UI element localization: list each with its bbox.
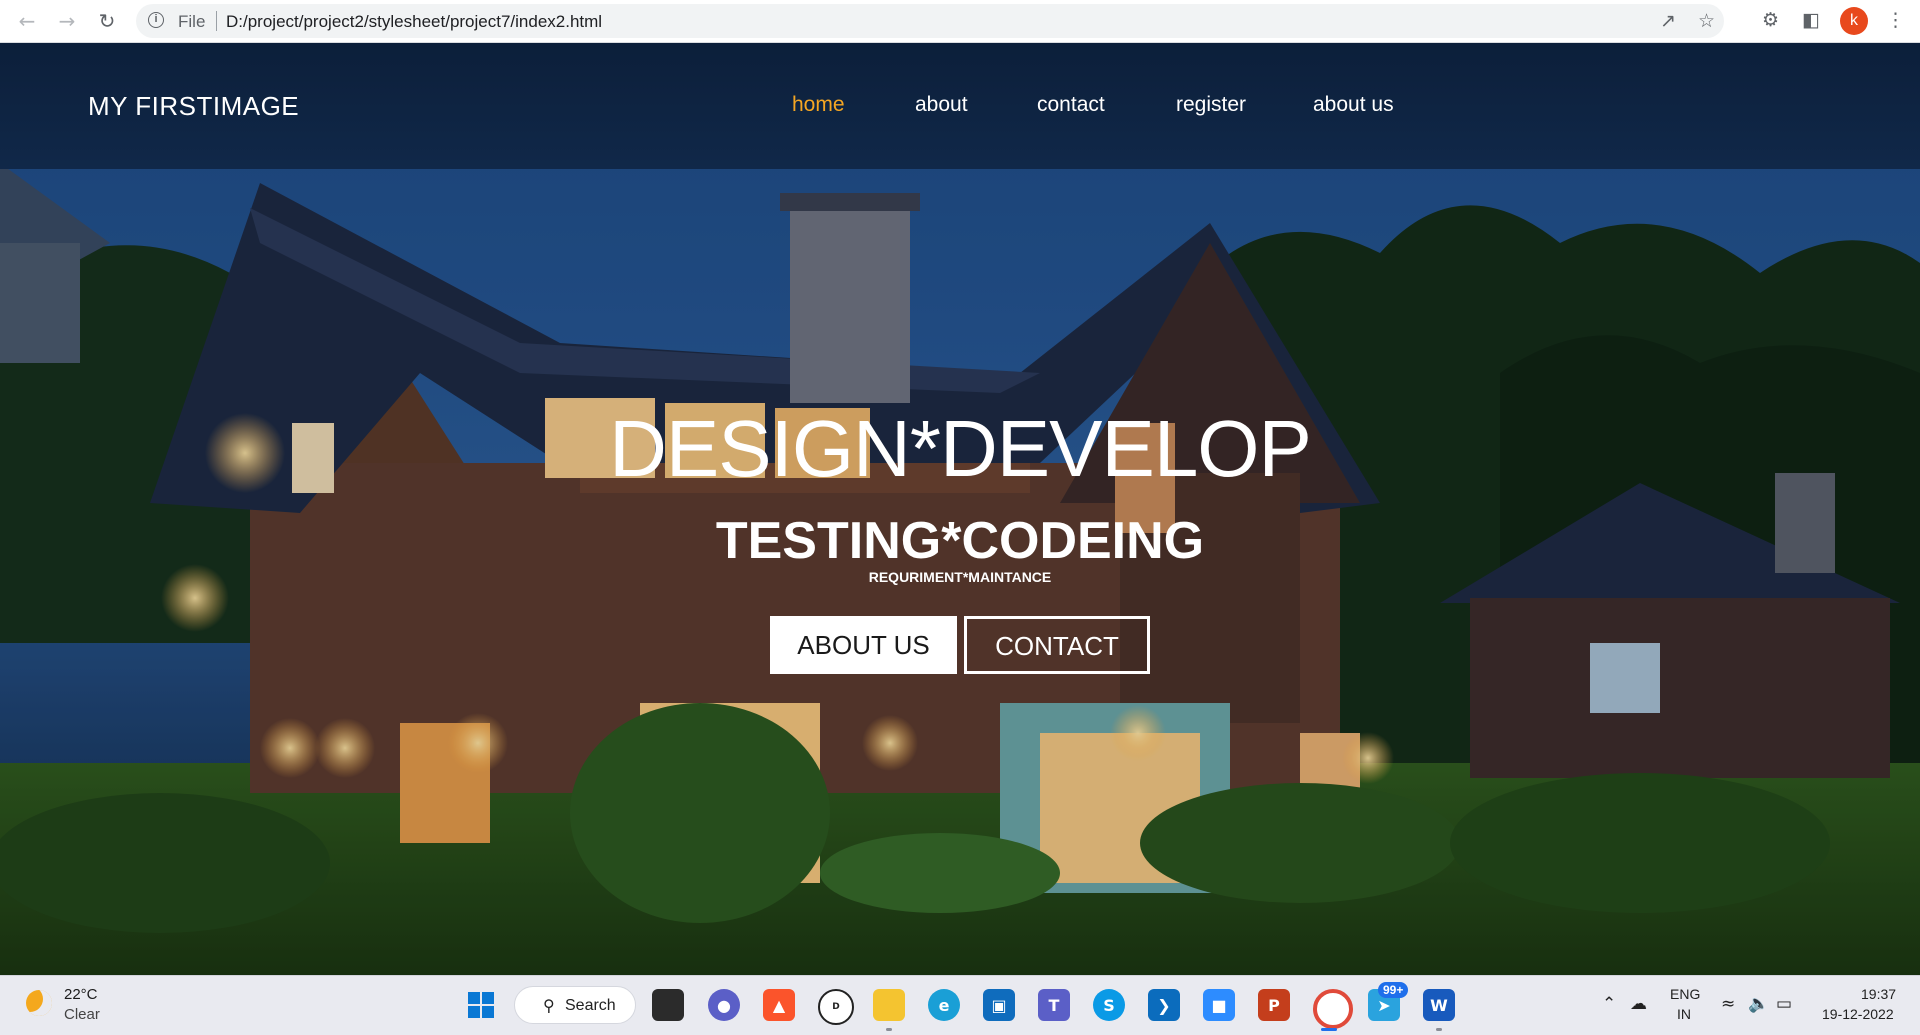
microsoft-store-icon[interactable]: ▣ xyxy=(983,989,1015,1021)
brave-browser-icon[interactable]: ▲ xyxy=(763,989,795,1021)
word-open-indicator xyxy=(1436,1028,1442,1031)
chrome-active-indicator xyxy=(1321,1028,1337,1031)
onedrive-cloud-icon[interactable]: ☁ xyxy=(1630,994,1647,1014)
file-explorer-open-indicator xyxy=(886,1028,892,1031)
task-view-icon[interactable] xyxy=(652,989,684,1021)
hero-title: DESIGN*DEVELOP xyxy=(609,404,1312,493)
vscode-icon[interactable]: ❯ xyxy=(1148,989,1180,1021)
chat-icon[interactable]: ● xyxy=(708,989,740,1021)
clock-date[interactable]: 19-12-2022 xyxy=(1822,1006,1894,1022)
weather-temperature: 22°C xyxy=(64,986,98,1003)
word-icon[interactable]: W xyxy=(1423,989,1455,1021)
zoom-icon[interactable]: ■ xyxy=(1203,989,1235,1021)
hero-subtitle: TESTING*CODEING xyxy=(715,512,1205,570)
hero-tagline: REQURIMENT*MAINTANCE xyxy=(868,569,1052,585)
search-label: Search xyxy=(565,997,616,1014)
clock-time[interactable]: 19:37 xyxy=(1861,986,1896,1002)
reload-icon[interactable]: ↻ xyxy=(94,8,120,34)
hero-house-image xyxy=(0,43,1920,975)
file-explorer-icon[interactable] xyxy=(873,989,905,1021)
powerpoint-icon[interactable]: P xyxy=(1258,989,1290,1021)
moon-weather-icon xyxy=(26,990,52,1016)
weather-condition: Clear xyxy=(64,1006,100,1023)
nav-link-contact[interactable]: contact xyxy=(1037,93,1105,117)
more-menu-icon[interactable]: ⋮ xyxy=(1886,10,1905,30)
nav-link-register[interactable]: register xyxy=(1176,93,1246,117)
site-logo[interactable]: MY FIRSTIMAGE xyxy=(88,91,299,122)
side-panel-icon[interactable]: ◧ xyxy=(1802,10,1820,30)
wifi-icon[interactable]: ≈ xyxy=(1721,994,1735,1014)
share-icon[interactable]: ↗ xyxy=(1660,12,1676,31)
dell-icon[interactable]: D xyxy=(818,989,854,1025)
nav-link-about-us[interactable]: about us xyxy=(1313,93,1394,117)
bookmark-star-icon[interactable]: ☆ xyxy=(1698,12,1715,31)
windows-start-icon[interactable] xyxy=(465,989,497,1021)
edge-browser-icon[interactable]: e xyxy=(928,989,960,1021)
nav-link-home[interactable]: home xyxy=(792,93,845,117)
skype-icon[interactable]: S xyxy=(1093,989,1125,1021)
url-divider xyxy=(216,11,217,31)
extensions-puzzle-icon[interactable]: ⚙ xyxy=(1762,10,1779,30)
chrome-icon[interactable] xyxy=(1313,989,1353,1029)
url-scheme-label: File xyxy=(178,12,206,31)
contact-button[interactable]: CONTACT xyxy=(964,616,1150,674)
profile-avatar[interactable]: k xyxy=(1840,7,1868,35)
volume-icon[interactable]: 🔈 xyxy=(1748,994,1769,1014)
language-indicator[interactable]: ENG xyxy=(1670,986,1700,1002)
back-arrow-icon[interactable]: ← xyxy=(14,8,40,34)
site-header: MY FIRSTIMAGE home about contact registe… xyxy=(0,43,1920,169)
battery-icon[interactable]: ▭ xyxy=(1776,994,1792,1014)
nav-link-about[interactable]: about xyxy=(915,93,968,117)
web-page: MY FIRSTIMAGE home about contact registe… xyxy=(0,43,1920,975)
url-text[interactable]: D:/project/project2/stylesheet/project7/… xyxy=(226,12,602,32)
telegram-notification-badge: 99+ xyxy=(1378,982,1409,998)
about-us-button[interactable]: ABOUT US xyxy=(770,616,957,674)
site-info-icon[interactable]: i xyxy=(148,12,164,28)
taskbar-search[interactable]: ⚲ Search xyxy=(514,986,636,1024)
forward-arrow-icon[interactable]: → xyxy=(54,8,80,34)
browser-toolbar: ← → ↻ i File D:/project/project2/stylesh… xyxy=(0,0,1920,43)
teams-icon[interactable]: T xyxy=(1038,989,1070,1021)
windows-taskbar: 22°C Clear ⚲ Search ● ▲ D e ▣ T S ❯ ■ P … xyxy=(0,975,1920,1035)
search-icon: ⚲ xyxy=(543,996,555,1015)
chevron-up-icon[interactable]: ⌃ xyxy=(1602,994,1616,1014)
address-bar[interactable]: i File D:/project/project2/stylesheet/pr… xyxy=(136,4,1724,38)
region-indicator[interactable]: IN xyxy=(1677,1006,1691,1022)
